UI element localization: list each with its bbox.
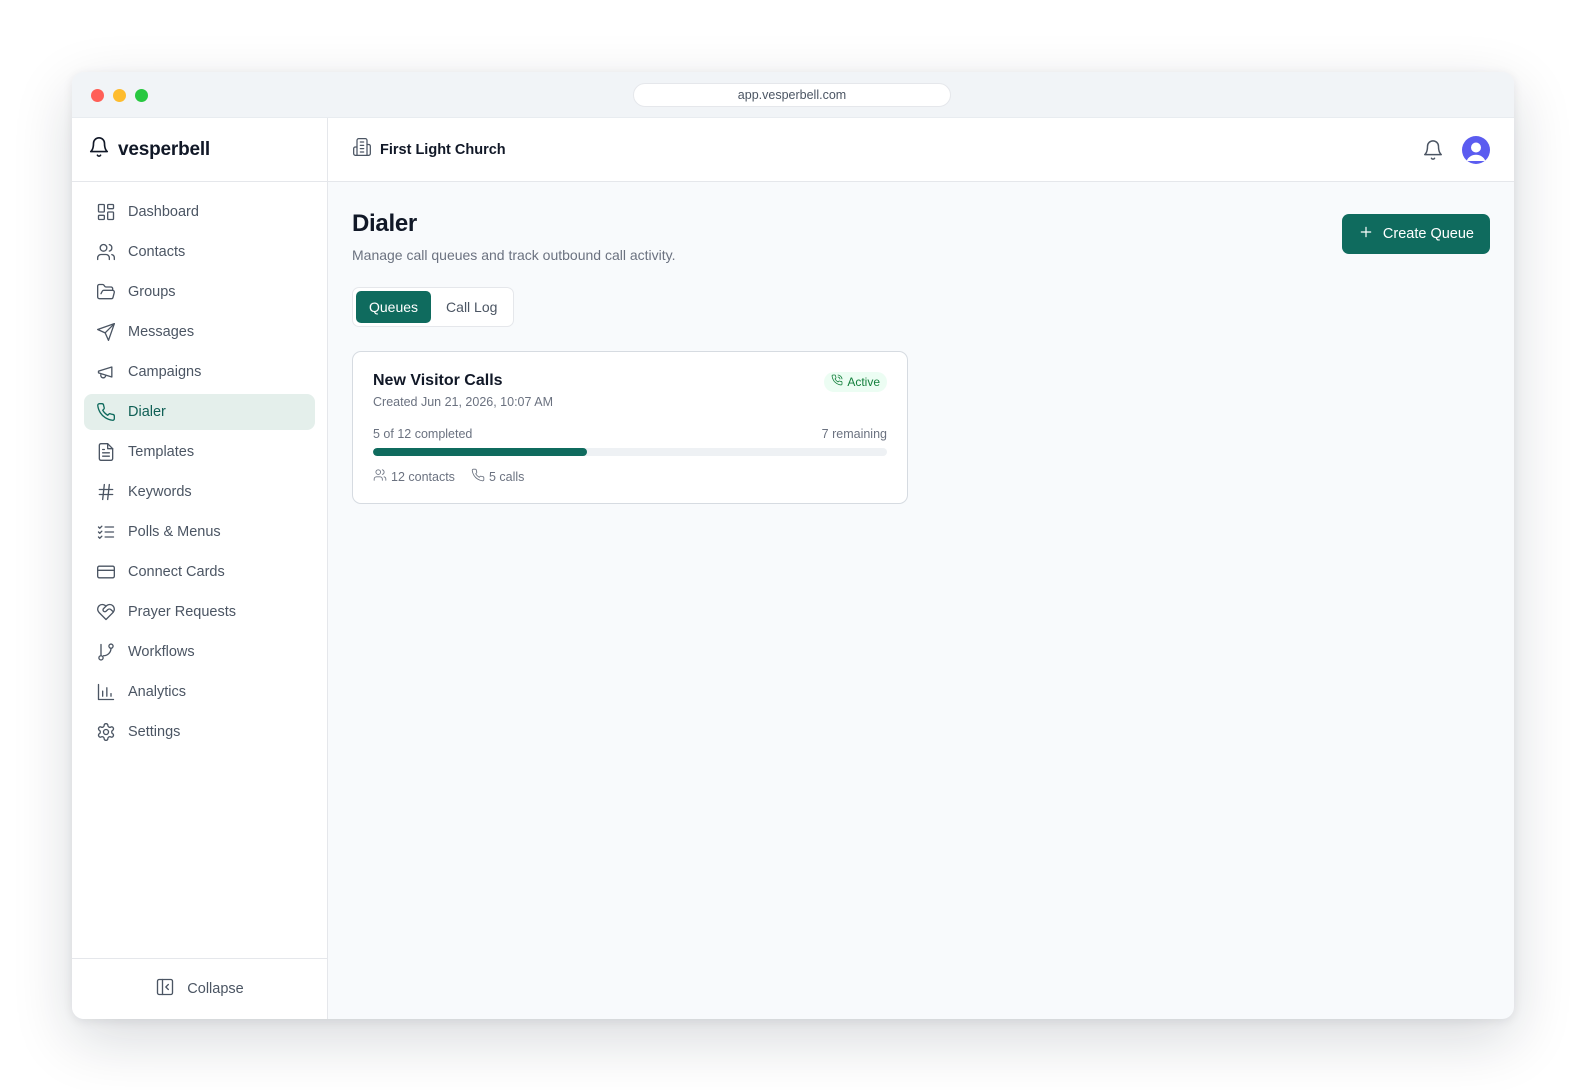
collapse-sidebar-button[interactable]: Collapse [72, 958, 327, 1019]
panel-left-collapse-icon [155, 977, 175, 1001]
create-queue-label: Create Queue [1382, 226, 1474, 242]
calls-label: 5 calls [488, 469, 525, 484]
sidebar-item-settings[interactable]: Settings [84, 714, 315, 750]
bell-icon [1422, 140, 1444, 165]
sidebar-item-contacts[interactable]: Contacts [84, 234, 315, 270]
sidebar-item-dialer[interactable]: Dialer [84, 394, 315, 430]
sidebar-item-connect-cards[interactable]: Connect Cards [84, 554, 315, 590]
remaining-label: 7 remaining [821, 427, 887, 441]
send-icon [96, 322, 116, 342]
users-icon [96, 242, 116, 262]
file-text-icon [96, 442, 116, 462]
sidebar-item-label: Dashboard [128, 204, 199, 220]
close-window-button[interactable] [91, 89, 104, 102]
contacts-label: 12 contacts [391, 469, 455, 484]
sidebar-item-label: Prayer Requests [128, 604, 236, 620]
sidebar-item-groups[interactable]: Groups [84, 274, 315, 310]
address-bar[interactable]: app.vesperbell.com [633, 83, 951, 107]
page-subtitle: Manage call queues and track outbound ca… [352, 247, 676, 263]
page-content: Dialer Manage call queues and track outb… [328, 182, 1514, 532]
phone-icon [96, 402, 116, 422]
progress-row: 5 of 12 completed 7 remaining [373, 427, 887, 441]
org-name[interactable]: First Light Church [380, 142, 506, 158]
sidebar-item-messages[interactable]: Messages [84, 314, 315, 350]
hash-icon [96, 482, 116, 502]
sidebar-item-label: Messages [128, 324, 195, 340]
maximize-window-button[interactable] [135, 89, 148, 102]
queue-created-date: Created Jun 21, 2026, 10:07 AM [373, 395, 553, 409]
avatar[interactable] [1462, 136, 1490, 164]
sidebar-item-label: Analytics [128, 684, 187, 700]
sidebar-item-label: Templates [128, 444, 195, 460]
user-avatar-icon [1466, 142, 1486, 161]
queue-title: New Visitor Calls [373, 372, 503, 389]
list-checks-icon [96, 522, 116, 542]
progress-bar [373, 448, 887, 456]
sidebar-item-label: Connect Cards [128, 564, 225, 580]
progress-label: 5 of 12 completed [373, 427, 473, 441]
status-label: Active [847, 375, 880, 389]
page-title: Dialer [352, 210, 417, 237]
sidebar-item-prayer-requests[interactable]: Prayer Requests [84, 594, 315, 630]
sidebar-item-dashboard[interactable]: Dashboard [84, 194, 315, 230]
brand-name: vesperbell [118, 138, 210, 160]
status-badge: Active [824, 372, 887, 392]
plus-icon [1358, 224, 1374, 244]
tab-list: Queues Call Log [352, 287, 515, 327]
sidebar-item-templates[interactable]: Templates [84, 434, 315, 470]
sidebar-item-polls-menus[interactable]: Polls & Menus [84, 514, 315, 550]
sidebar-item-workflows[interactable]: Workflows [84, 634, 315, 670]
gear-icon [96, 722, 116, 742]
bell-logo-icon [88, 135, 110, 164]
brand[interactable]: vesperbell [72, 118, 327, 182]
calls-count: 5 calls [471, 468, 524, 485]
browser-window: app.vesperbell.com vesperbell Dashboard … [72, 72, 1514, 1019]
building-icon [352, 137, 372, 162]
bar-chart-icon [96, 682, 116, 702]
sidebar-item-label: Polls & Menus [128, 524, 221, 540]
sidebar-item-keywords[interactable]: Keywords [84, 474, 315, 510]
minimize-window-button[interactable] [113, 89, 126, 102]
dashboard-icon [96, 202, 116, 222]
heart-handshake-icon [96, 602, 116, 622]
notifications-button[interactable] [1422, 139, 1444, 161]
queue-meta: 12 contacts 5 calls [373, 468, 887, 485]
sidebar-item-label: Keywords [128, 484, 192, 500]
phone-icon [471, 468, 485, 485]
sidebar: vesperbell Dashboard Contacts Groups Mes… [72, 118, 328, 1019]
topbar: First Light Church [328, 118, 1514, 182]
contacts-count: 12 contacts [373, 468, 455, 485]
progress-bar-fill [373, 448, 588, 456]
sidebar-item-label: Groups [128, 284, 176, 300]
sidebar-item-label: Workflows [128, 644, 195, 660]
credit-card-icon [96, 562, 116, 582]
sidebar-item-campaigns[interactable]: Campaigns [84, 354, 315, 390]
tab-call-log[interactable]: Call Log [433, 291, 510, 323]
megaphone-icon [96, 362, 116, 382]
sidebar-nav: Dashboard Contacts Groups Messages Campa… [72, 182, 327, 750]
sidebar-item-label: Dialer [128, 404, 166, 420]
collapse-label: Collapse [187, 981, 244, 997]
phone-call-icon [831, 372, 843, 392]
create-queue-button[interactable]: Create Queue [1341, 214, 1490, 254]
main-area: First Light Church Dialer Manage call qu… [328, 118, 1514, 1019]
users-icon [373, 468, 387, 485]
sidebar-item-analytics[interactable]: Analytics [84, 674, 315, 710]
sidebar-item-label: Contacts [128, 244, 186, 260]
browser-titlebar: app.vesperbell.com [72, 72, 1514, 118]
tab-queues[interactable]: Queues [356, 291, 432, 323]
folder-icon [96, 282, 116, 302]
sidebar-item-label: Campaigns [128, 364, 202, 380]
app-shell: vesperbell Dashboard Contacts Groups Mes… [72, 118, 1514, 1019]
queue-card[interactable]: New Visitor Calls Created Jun 21, 2026, … [352, 351, 908, 504]
git-branch-icon [96, 642, 116, 662]
sidebar-item-label: Settings [128, 724, 181, 740]
